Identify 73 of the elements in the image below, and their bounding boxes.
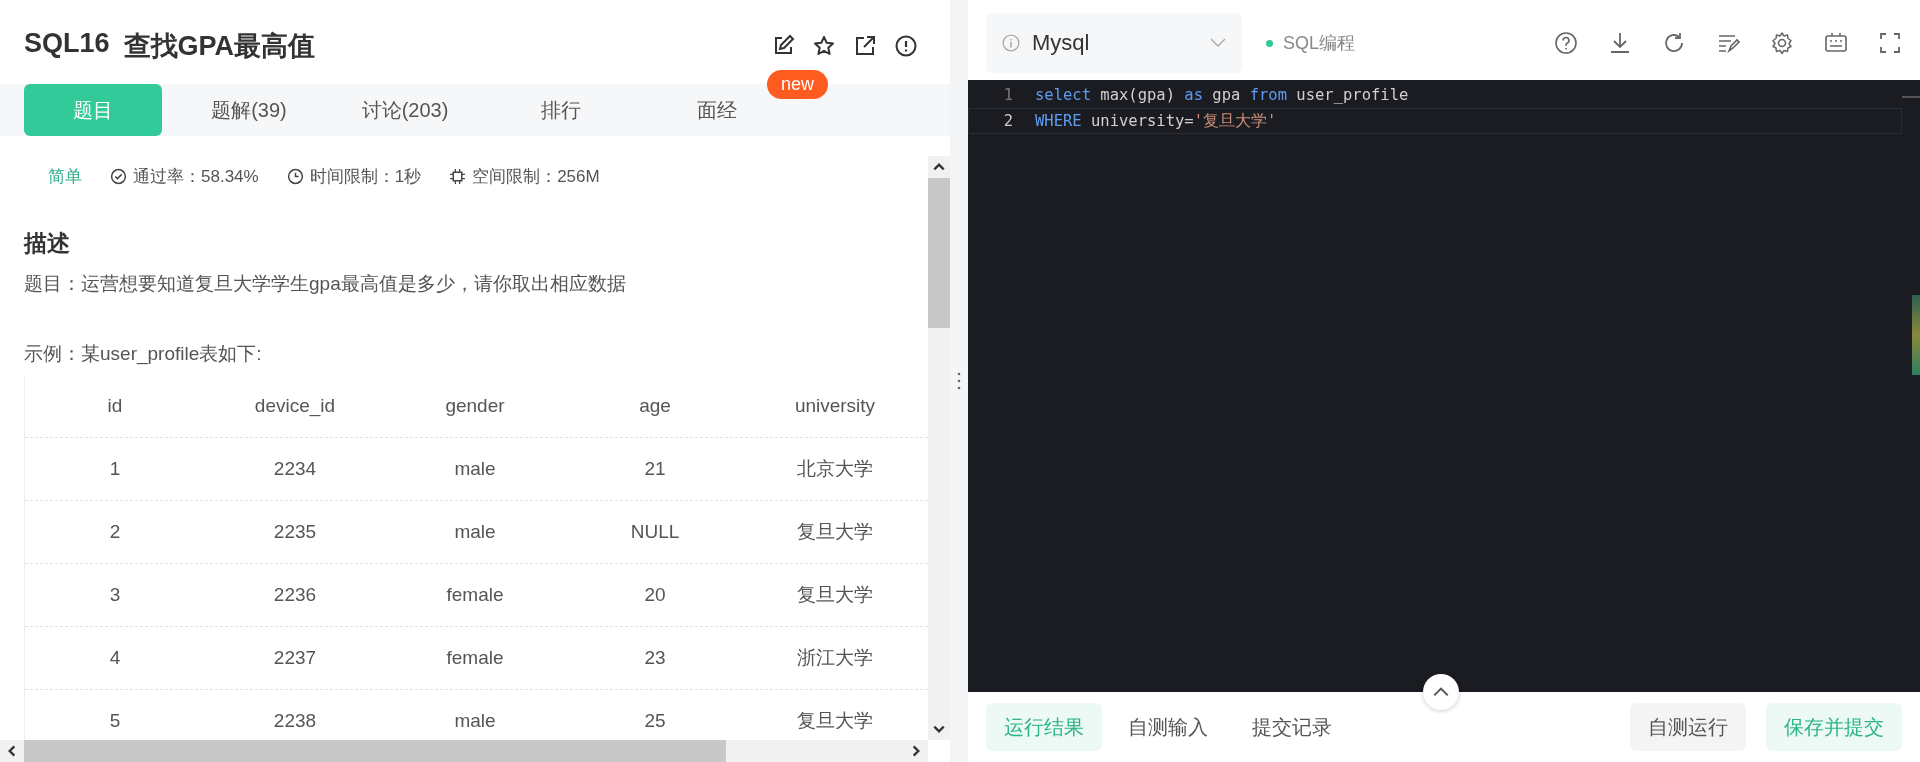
run-button[interactable]: 自测运行 (1630, 703, 1746, 751)
table-cell-text: female (445, 583, 505, 607)
difficulty-label: 简单 (48, 165, 82, 188)
table-cell-text: 复旦大学 (796, 709, 874, 733)
table-cell-text: 3 (108, 583, 122, 607)
chevron-up-icon (1432, 686, 1450, 698)
column-header: age (638, 394, 672, 418)
table-cell-text: 20 (643, 583, 667, 607)
column-header: device_id (253, 394, 337, 419)
table-cell-text: 2238 (272, 709, 318, 733)
table-cell-text: NULL (629, 520, 681, 544)
check-circle-icon (110, 167, 127, 185)
horizontal-scrollbar[interactable] (0, 740, 928, 762)
external-link-icon[interactable] (853, 34, 877, 58)
help-icon[interactable] (1554, 31, 1578, 55)
collapse-button[interactable] (1423, 674, 1459, 710)
table-cell-text: male (453, 520, 497, 544)
line-number: 1 (1002, 86, 1014, 104)
table-cell-text: 2236 (272, 583, 318, 607)
mode-label: SQL编程 (1283, 32, 1356, 55)
table-cell-text: 2237 (272, 646, 318, 670)
table-cell-text: 浙江大学 (796, 646, 874, 670)
example-caption: 示例：某user_profile表如下: (24, 342, 263, 367)
description-text: 题目：运营想要知道复旦大学学生gpa最高值是多少，请你取出相应数据 (24, 272, 627, 296)
column-header: university (793, 394, 877, 418)
tab[interactable]: 题解(39) (180, 84, 318, 136)
keyboard-icon[interactable] (1824, 31, 1848, 55)
fullscreen-icon[interactable] (1878, 31, 1902, 55)
table-cell-text: 23 (643, 646, 667, 670)
line-number: 2 (1002, 112, 1014, 130)
table-cell-text: 5 (108, 709, 122, 733)
tab[interactable]: 排行 (492, 84, 630, 136)
table-cell-text: male (453, 457, 497, 481)
pass-rate: 通过率：58.34% (133, 165, 259, 188)
table-cell-text: 2235 (272, 520, 318, 544)
chip-icon (449, 167, 467, 185)
memory-limit: 空间限制：256M (472, 165, 600, 188)
problem-title: 查找GPA最高值 (123, 30, 316, 63)
result-tab[interactable]: 提交记录 (1234, 703, 1350, 751)
star-icon[interactable] (812, 34, 836, 58)
tab[interactable]: 讨论(203) (336, 84, 474, 136)
section-heading: 描述 (24, 229, 71, 258)
new-badge: new (767, 70, 829, 99)
chevron-down-icon (1210, 38, 1226, 48)
table-cell-text: 北京大学 (796, 457, 874, 481)
code-line: select max(gpa) as gpa from user_profile (1035, 86, 1409, 104)
table-cell-text: 复旦大学 (796, 583, 874, 607)
code-line: WHERE university='复旦大学' (1035, 110, 1277, 132)
column-header: gender (444, 394, 506, 418)
drag-handle-icon[interactable] (957, 371, 961, 391)
info-icon[interactable] (894, 34, 918, 58)
code-editor[interactable]: 1 select max(gpa) as gpa from user_profile 2 WHERE university='复旦大学' (968, 80, 1920, 692)
vertical-scrollbar[interactable] (928, 156, 950, 740)
table-cell-text: 25 (643, 709, 667, 733)
table-cell-text: female (445, 646, 505, 670)
table-cell-text: 2234 (272, 457, 318, 481)
info-icon (1002, 34, 1020, 52)
table-cell-text: 21 (643, 457, 667, 481)
status-dot (1266, 39, 1273, 47)
table-cell-text: 1 (108, 457, 122, 481)
result-tab[interactable]: 自测输入 (1110, 703, 1226, 751)
table-cell-text: male (453, 709, 497, 733)
download-icon[interactable] (1608, 31, 1632, 55)
problem-code: SQL16 (24, 28, 110, 60)
table-cell-text: 2 (108, 520, 122, 544)
column-header: id (106, 394, 124, 418)
settings-icon[interactable] (1770, 31, 1794, 55)
language-select[interactable]: Mysql (986, 13, 1242, 73)
table-cell-text: 复旦大学 (796, 520, 874, 544)
table-cell-text: 4 (108, 646, 122, 670)
refresh-icon[interactable] (1662, 31, 1686, 55)
clock-icon (286, 167, 304, 185)
time-limit: 时间限制：1秒 (309, 165, 422, 188)
